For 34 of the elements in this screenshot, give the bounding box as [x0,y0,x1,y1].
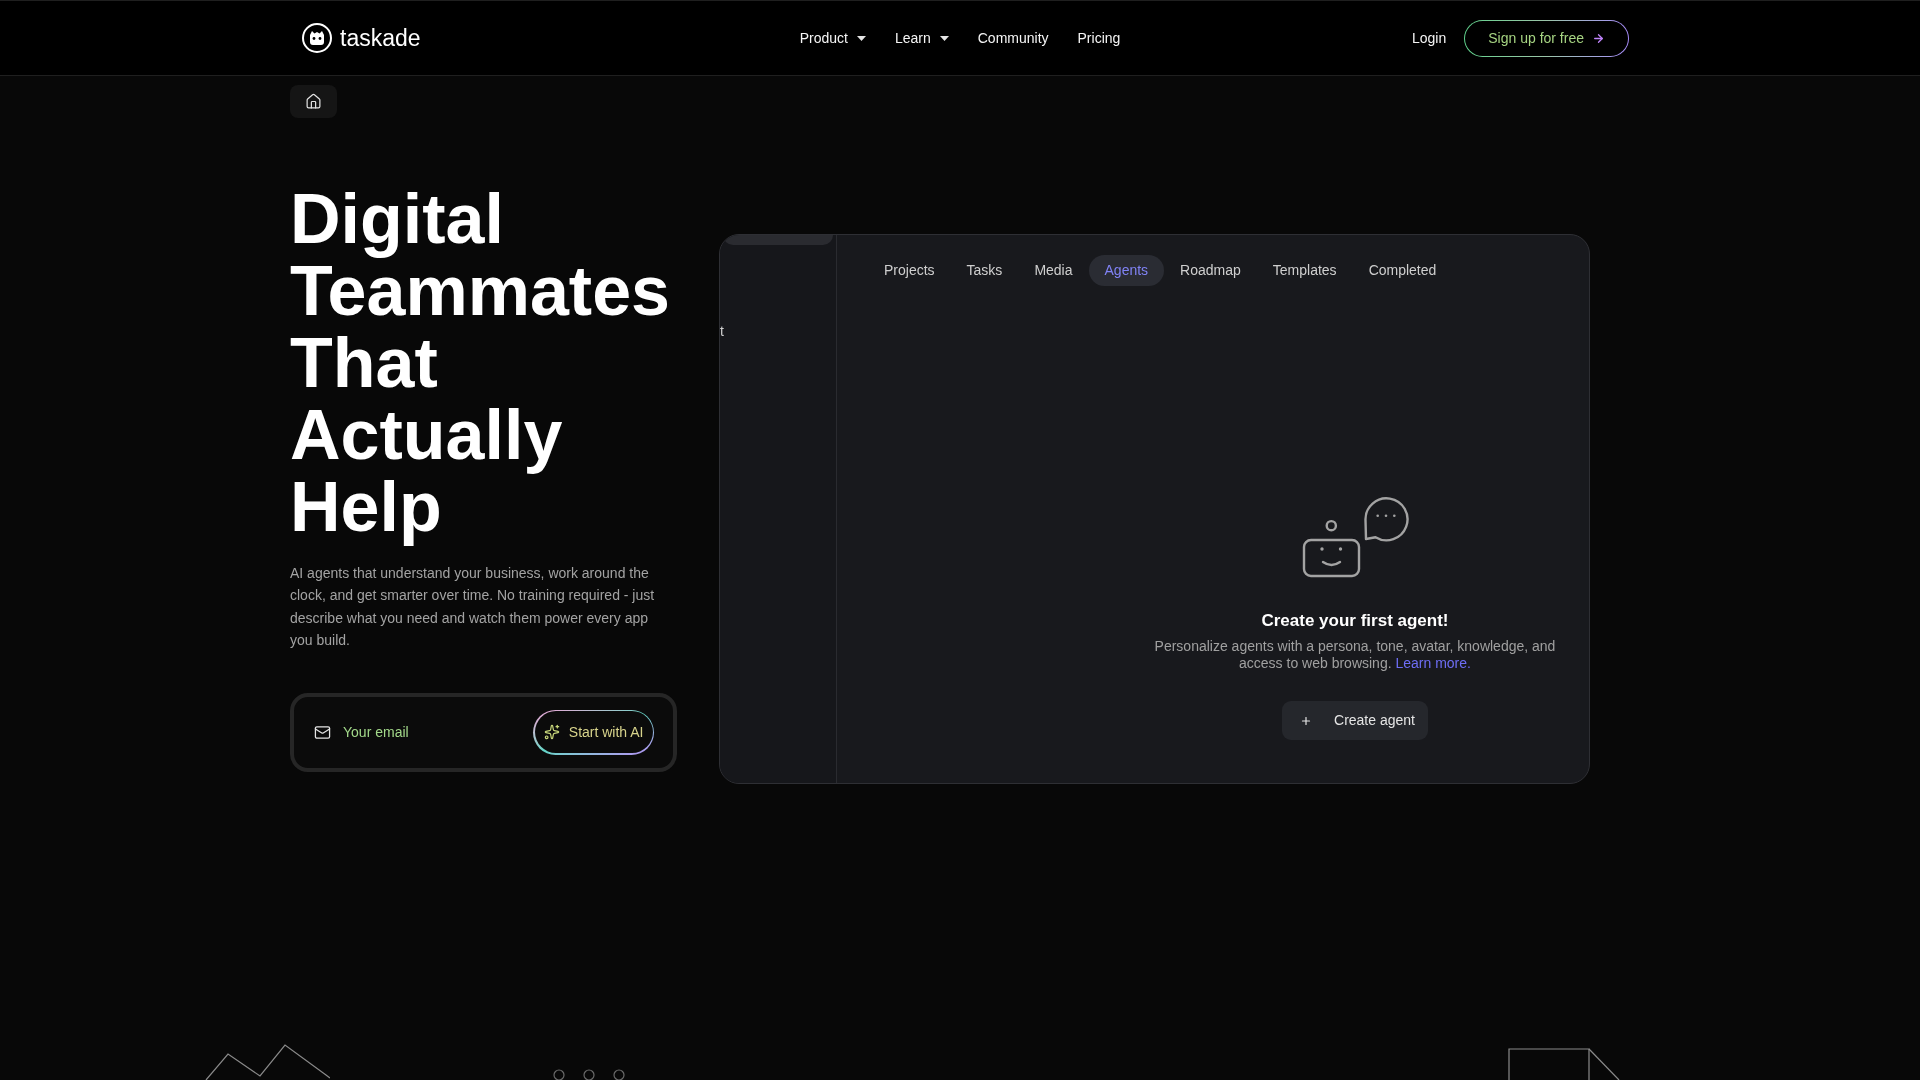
tab[interactable]: Projects [868,255,951,286]
house-icon [305,93,322,110]
tab[interactable]: Completed [1352,255,1453,286]
logo-link[interactable]: taskade [302,20,421,56]
logo-icon [302,23,332,53]
nav-link[interactable]: Pricing [1077,27,1121,49]
empty-state-title: Create your first agent! [1261,610,1449,632]
arrow-right-icon [1592,31,1605,45]
page-outline-icon [1508,1048,1620,1080]
empty-state-description: Personalize agents with a persona, tone, avatar, knowledge, and access to web browsing. Learn more. [1153,638,1557,671]
hero-description: AI agents that understand your business, work around the clock, and get smarter over time. No training required - just describe what you need and watch them power every app you build. [290,564,656,651]
three-circles-icon [553,1068,625,1080]
nav-menu-button[interactable]: Learn [894,27,949,49]
tab[interactable]: Roadmap [1164,255,1257,286]
mail-icon [314,723,331,741]
caret-down-icon [856,35,866,41]
login-link[interactable]: Login [1412,27,1447,49]
sparkle-icon [543,724,560,741]
learn-more-link[interactable]: Learn more. [1395,654,1471,671]
tab[interactable]: Media [1018,255,1089,286]
start-with-ai-button[interactable]: Start with AI [533,709,654,755]
tab[interactable]: Agents [1088,255,1165,286]
nav-menu-button[interactable]: Product [799,27,866,49]
nav-link[interactable]: Community [977,27,1049,49]
tab[interactable]: Templates [1256,255,1353,286]
mountain-line-icon [205,1044,330,1080]
email-input[interactable]: Your email [343,721,534,743]
plus-icon [1300,714,1312,727]
create-agent-button[interactable]: Create agent [1282,701,1428,740]
home-button[interactable] [290,85,337,118]
caret-down-icon [939,35,949,41]
signup-button[interactable]: Sign up for free [1464,19,1629,57]
sidebar-label: t [720,322,724,341]
tab[interactable]: Tasks [950,255,1019,286]
